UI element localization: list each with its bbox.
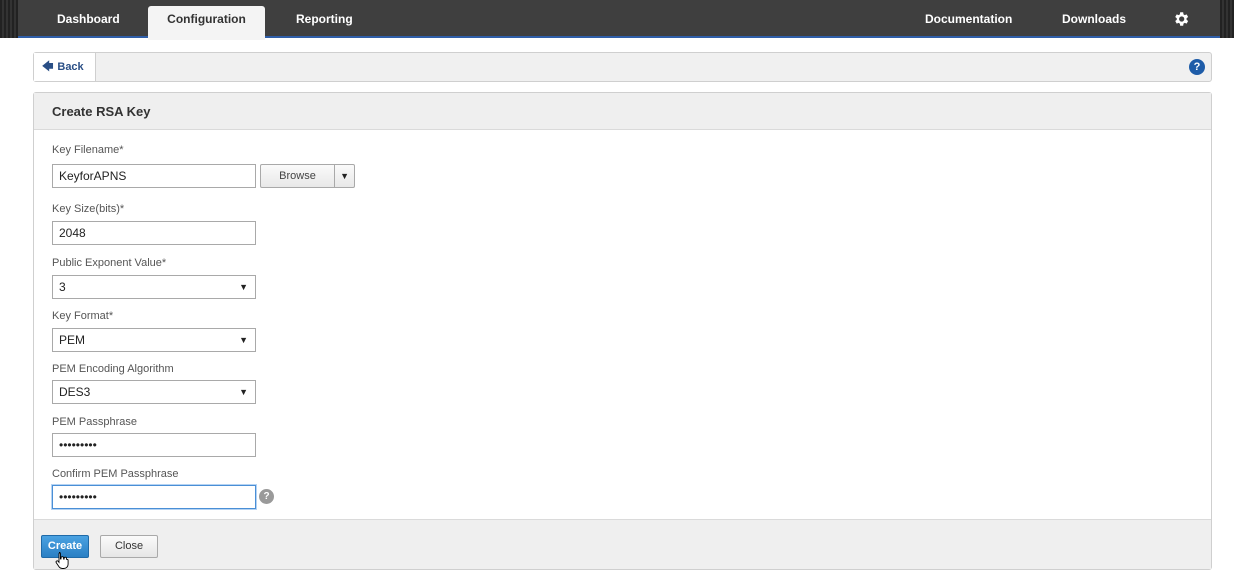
public-exponent-label: Public Exponent Value* [52,257,167,269]
panel-title: Create RSA Key [34,93,1211,130]
browse-button[interactable]: Browse ▼ [260,164,355,188]
key-size-input[interactable]: 2048 [52,221,256,245]
help-icon[interactable]: ? [1189,59,1205,75]
key-filename-input[interactable]: KeyforAPNS [52,164,256,188]
pem-encoding-value: DES3 [59,385,91,399]
back-label: Back [57,61,84,73]
key-filename-label: Key Filename* [52,144,124,156]
tab-reporting[interactable]: Reporting [296,0,353,38]
panel-footer: Create Close [34,519,1211,569]
close-button[interactable]: Close [100,535,158,558]
arrow-left-icon: 🡄 [42,61,54,73]
pem-passphrase-input[interactable]: ••••••••• [52,433,256,457]
downloads-link[interactable]: Downloads [1062,0,1126,38]
back-button[interactable]: 🡄 Back [34,53,96,81]
confirm-passphrase-input[interactable]: ••••••••• [52,485,256,509]
key-size-label: Key Size(bits)* [52,203,125,215]
chevron-down-icon: ▼ [239,335,248,345]
gear-icon[interactable] [1172,10,1190,28]
key-format-value: PEM [59,333,86,347]
documentation-link[interactable]: Documentation [925,0,1012,38]
browse-label: Browse [261,165,335,187]
pem-encoding-label: PEM Encoding Algorithm [52,363,174,375]
back-toolbar: 🡄 Back ? [33,52,1212,82]
chevron-down-icon: ▼ [239,282,248,292]
chevron-down-icon: ▼ [239,387,248,397]
hand-cursor-icon [55,552,69,569]
tab-dashboard[interactable]: Dashboard [57,0,120,38]
public-exponent-value: 3 [59,280,66,294]
pem-encoding-select[interactable]: DES3 ▼ [52,380,256,404]
tab-configuration[interactable]: Configuration [148,6,265,40]
pem-passphrase-label: PEM Passphrase [52,416,137,428]
nav-edge-left [0,0,18,38]
chevron-down-icon[interactable]: ▼ [340,165,349,187]
create-rsa-key-panel: Create RSA Key Key Filename* KeyforAPNS … [33,92,1212,570]
public-exponent-select[interactable]: 3 ▼ [52,275,256,299]
confirm-passphrase-label: Confirm PEM Passphrase [52,468,179,480]
top-navigation-bar: Dashboard Configuration Reporting Docume… [0,0,1234,40]
key-format-select[interactable]: PEM ▼ [52,328,256,352]
nav-edge-right [1220,0,1234,38]
question-mark-icon[interactable]: ? [259,489,274,504]
key-format-label: Key Format* [52,310,114,322]
